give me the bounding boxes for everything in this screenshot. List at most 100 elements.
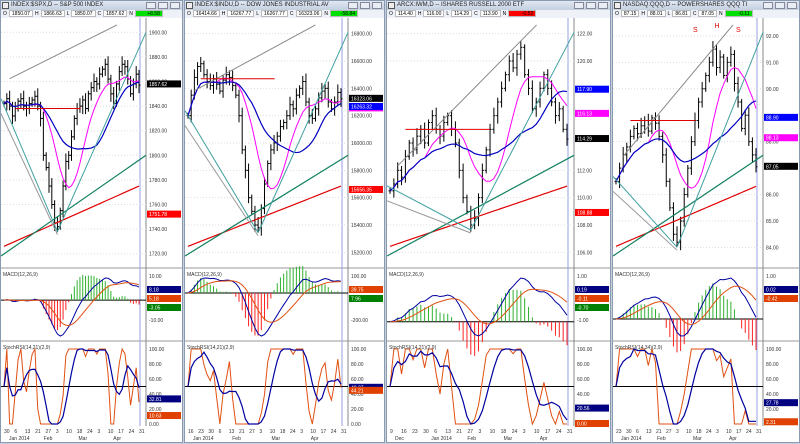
y-tick-label: 110.00 xyxy=(577,196,592,202)
stoch-label: StochRSI(14,21)(2,9) xyxy=(187,345,235,351)
x-tick-label: 17 xyxy=(545,429,551,435)
x-tick-label: 24 xyxy=(746,429,752,435)
x-tick-label: 3 xyxy=(259,429,262,435)
ohlc-readout: O 16414.66 H 16267.77 L 16267.77 C 16323.06 N -58… xyxy=(185,10,384,18)
ma-short-line xyxy=(187,77,342,190)
ma-mid-line xyxy=(615,100,757,182)
x-tick-label: 27 xyxy=(666,429,672,435)
stoch-value: 32.81 xyxy=(149,397,162,403)
y-tick-label: 60.00 xyxy=(766,377,779,383)
close-value: 1857.62 xyxy=(103,10,128,17)
window-titlebar[interactable]: INDEX:$SPX,D -- S&P 500 INDEX xyxy=(1,1,182,10)
net-change: -0.52 xyxy=(508,10,537,17)
maximize-button[interactable] xyxy=(586,2,596,9)
y-tick-label: 1820.00 xyxy=(149,129,167,135)
y-tick-label: 16800.00 xyxy=(351,32,372,38)
open-value: 114.40 xyxy=(394,10,416,17)
ohlc-readout: O 114.40 H 116.00 L 114.29 C 113.90 N -0.52 xyxy=(387,10,610,18)
chart-canvas[interactable]: 16800.00 16600.00 16400.00 16200.00 16000.00… xyxy=(185,18,384,444)
y-tick-label: 60.00 xyxy=(351,377,364,383)
chart-window[interactable]: NASDAQ:QQQ,D -- POWERSHARES QQQ TI O 87.1… xyxy=(612,0,800,443)
window-titlebar[interactable]: ARCX:IWM,D -- ISHARES RUSSELL 2000 ETF xyxy=(387,1,610,10)
trendline xyxy=(56,32,147,232)
y-tick-label: 1780.00 xyxy=(149,178,167,184)
maximize-button[interactable] xyxy=(158,2,168,9)
macd-label: MACD(12,26,9) xyxy=(615,272,650,278)
x-tick-label: 31 xyxy=(139,429,145,435)
window-titlebar[interactable]: INDEX:$INDU,D -- DOW JONES INDUSTRIAL AV xyxy=(185,1,384,10)
price-label: 114.29 xyxy=(577,137,592,143)
x-tick-label: 24 xyxy=(290,429,296,435)
maximize-button[interactable] xyxy=(360,2,370,9)
x-tick-label: 30 xyxy=(626,429,632,435)
stoch-value: 27.78 xyxy=(766,401,779,407)
x-tick-label: 23 xyxy=(616,429,622,435)
x-tick-label: 18 xyxy=(501,429,507,435)
open-value: 87.15 xyxy=(620,10,640,17)
macd-signal-line xyxy=(3,282,140,327)
x-month-label: Apr xyxy=(113,436,121,442)
close-button[interactable] xyxy=(372,2,382,9)
stoch-value: 20.56 xyxy=(577,406,590,412)
y-tick-label: 108.00 xyxy=(577,223,593,229)
y-tick-label: 15400.00 xyxy=(351,223,372,229)
x-tick-label: 30 xyxy=(423,429,429,435)
chart-window[interactable]: ARCX:IWM,D -- ISHARES RUSSELL 2000 ETF O… xyxy=(386,0,611,443)
low-value: 16267.77 xyxy=(261,10,288,17)
x-tick-label: 27 xyxy=(467,429,473,435)
x-tick-label: 21 xyxy=(456,429,462,435)
x-month-label: Feb xyxy=(657,436,666,442)
chart-window[interactable]: INDEX:$SPX,D -- S&P 500 INDEX O 1850.07 H 1… xyxy=(0,0,183,443)
x-month-label: Jan 2014 xyxy=(193,436,214,442)
minimize-button[interactable] xyxy=(763,2,773,9)
high-value: 88.01 xyxy=(647,10,666,17)
price-label: 117.90 xyxy=(577,87,592,93)
x-tick-label: 10 xyxy=(490,429,496,435)
y-tick-label: 80.00 xyxy=(351,362,364,368)
price-label: 88.90 xyxy=(766,115,779,121)
y-tick-label: 1840.00 xyxy=(149,104,167,110)
y-tick-label: 1900.00 xyxy=(149,30,167,36)
x-tick-label: 31 xyxy=(567,429,573,435)
window-title: ARCX:IWM,D -- ISHARES RUSSELL 2000 ETF xyxy=(397,2,525,8)
stoch-value: 2.31 xyxy=(766,420,776,426)
minimize-button[interactable] xyxy=(146,2,156,9)
minimize-button[interactable] xyxy=(574,2,584,9)
x-tick-label: 13 xyxy=(25,429,31,435)
x-tick-label: 10 xyxy=(686,429,692,435)
close-value: 87.05 xyxy=(698,10,717,17)
ma-long-line xyxy=(3,185,140,247)
macd-value: 0.19 xyxy=(577,288,587,294)
app-icon xyxy=(614,2,621,9)
x-tick-label: 18 xyxy=(280,429,286,435)
y-tick-label: 106.00 xyxy=(577,250,593,256)
close-button[interactable] xyxy=(787,2,797,9)
x-month-label: Feb xyxy=(44,436,53,442)
close-button[interactable] xyxy=(170,2,180,9)
x-tick-label: 24 xyxy=(331,429,337,435)
y-tick-label: 100.00 xyxy=(351,347,367,353)
x-tick-label: 21 xyxy=(656,429,662,435)
chart-canvas[interactable]: 122.00 120.00 112.00 110.00 108.00 106.00 117.… xyxy=(387,18,610,444)
y-tick-label: 10.00 xyxy=(149,274,162,280)
y-tick-label: 20.00 xyxy=(766,407,779,413)
stoch-value: 44.21 xyxy=(351,388,364,394)
x-tick-label: 24 xyxy=(556,429,562,435)
x-tick-label: 18 xyxy=(77,429,83,435)
x-tick-label: 10 xyxy=(108,429,114,435)
chart-canvas[interactable]: 1900.001880.001860.001840.001820.001800.… xyxy=(1,18,182,444)
price-label: 16263.32 xyxy=(351,105,372,111)
close-button[interactable] xyxy=(598,2,608,9)
x-month-label: Jan 2014 xyxy=(431,436,452,442)
minimize-button[interactable] xyxy=(348,2,358,9)
window-titlebar[interactable]: NASDAQ:QQQ,D -- POWERSHARES QQQ TI xyxy=(613,1,799,10)
macd-line xyxy=(3,277,140,337)
chart-window[interactable]: INDEX:$INDU,D -- DOW JONES INDUSTRIAL AV… xyxy=(184,0,385,443)
maximize-button[interactable] xyxy=(775,2,785,9)
stoch-label: StochRSI(14,34)(2,9) xyxy=(615,345,663,351)
y-tick-label: 90.00 xyxy=(766,87,779,93)
y-tick-label: 112.00 xyxy=(577,168,592,174)
x-tick-label: 6 xyxy=(636,429,639,435)
low-value: 114.29 xyxy=(451,10,473,17)
chart-canvas[interactable]: 92.0091.0090.0088.0086.0085.0084.00SHS88… xyxy=(613,18,799,444)
